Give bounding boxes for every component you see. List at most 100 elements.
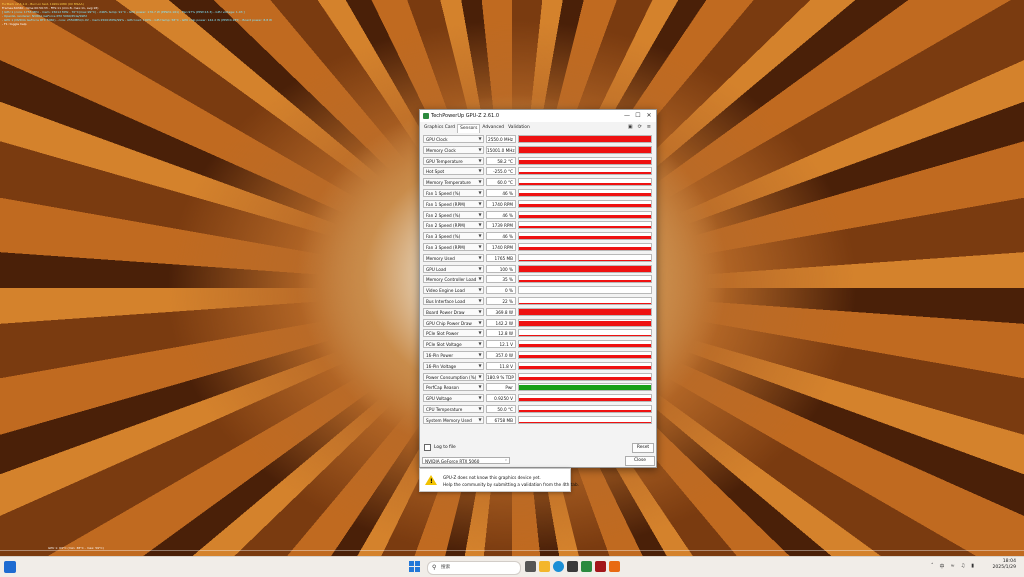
- menu-icon[interactable]: ≡: [647, 124, 651, 130]
- wifi-icon[interactable]: ≈: [951, 563, 955, 570]
- sensor-list: GPU Clock ▼ 2550.0 MHz Memory Clock ▼ 15001.0…: [423, 134, 653, 426]
- sensor-label: Memory Temperature: [423, 178, 484, 187]
- log-to-file-checkbox[interactable]: [424, 444, 431, 451]
- osd-line: - F1: toggle help: [2, 22, 27, 26]
- sensor-dropdown-icon[interactable]: ▼: [476, 275, 484, 283]
- store-icon[interactable]: [567, 561, 578, 572]
- taskbar-search[interactable]: ⚲ 搜索: [427, 561, 521, 575]
- sensor-value: 60.0 °C: [486, 178, 516, 187]
- refresh-icon[interactable]: ⟳: [638, 124, 642, 130]
- sensor-dropdown-icon[interactable]: ▼: [476, 329, 484, 337]
- close-button[interactable]: Close: [625, 456, 655, 466]
- furmark-taskbar-icon[interactable]: [595, 561, 606, 572]
- sensor-graph: [518, 415, 652, 424]
- sensor-row: Fan 2 Speed (%) ▼ 46 %: [423, 210, 653, 221]
- task-view-icon[interactable]: [525, 561, 536, 572]
- sensor-dropdown-icon[interactable]: ▼: [476, 405, 484, 413]
- sensor-row: 16-Pin Power ▼ 357.0 W: [423, 350, 653, 361]
- title-bar[interactable]: TechPowerUp GPU-Z 2.61.0 — ☐ ✕: [420, 110, 656, 122]
- sensor-graph: [518, 340, 652, 349]
- sensor-label: 16-Pin Power: [423, 350, 484, 359]
- close-window-button[interactable]: ✕: [644, 112, 654, 120]
- widgets-icon[interactable]: [4, 561, 16, 573]
- sensor-dropdown-icon[interactable]: ▼: [476, 189, 484, 197]
- tab-validation[interactable]: Validation: [506, 124, 532, 132]
- sensor-graph: [518, 253, 652, 262]
- sensor-dropdown-icon[interactable]: ▼: [476, 308, 484, 316]
- sensor-value: 142.2 W: [486, 318, 516, 327]
- sensor-graph: [518, 296, 652, 305]
- sensor-row: Board Power Draw ▼ 369.8 W: [423, 307, 653, 318]
- sensor-row: Memory Temperature ▼ 60.0 °C: [423, 177, 653, 188]
- tab-sensors[interactable]: Sensors: [457, 124, 481, 133]
- ime-indicator[interactable]: 中: [940, 563, 945, 570]
- minimize-button[interactable]: —: [622, 112, 632, 120]
- edge-browser-icon[interactable]: [553, 561, 564, 572]
- sensor-value: 46 %: [486, 210, 516, 219]
- sensor-value: 58.2 °C: [486, 156, 516, 165]
- sensor-label: GPU Clock: [423, 135, 484, 143]
- search-icon: ⚲: [432, 564, 437, 571]
- sensor-label: CPU Temperature: [423, 404, 484, 413]
- sensor-dropdown-icon[interactable]: ▼: [476, 200, 484, 208]
- sensor-graph-fill: [519, 410, 651, 412]
- sensor-dropdown-icon[interactable]: ▼: [476, 254, 484, 262]
- chevron-up-icon[interactable]: ˄: [931, 563, 934, 570]
- sensor-dropdown-icon[interactable]: ▼: [476, 178, 484, 186]
- tab-graphics-card[interactable]: Graphics Card: [422, 124, 457, 132]
- sensor-graph: [518, 286, 652, 295]
- sensor-dropdown-icon[interactable]: ▼: [476, 362, 484, 370]
- sensor-dropdown-icon[interactable]: ▼: [476, 221, 484, 229]
- sensor-dropdown-icon[interactable]: ▼: [476, 211, 484, 219]
- gpuz-taskbar-icon[interactable]: [581, 561, 592, 572]
- app-taskbar-icon[interactable]: [609, 561, 620, 572]
- sensor-graph: [518, 156, 652, 165]
- sensor-row: GPU Clock ▼ 2550.0 MHz: [423, 134, 653, 145]
- sensor-graph: [518, 275, 652, 284]
- sensor-graph-fill: [519, 335, 651, 337]
- sensor-row: PCIe Slot Voltage ▼ 12.1 V: [423, 339, 653, 350]
- sensor-graph-fill: [519, 160, 651, 164]
- maximize-button[interactable]: ☐: [633, 112, 643, 120]
- toolbar: ▣ ⟳ ≡: [628, 124, 651, 130]
- reset-button[interactable]: Reset: [632, 443, 654, 453]
- sensor-graph-fill: [519, 309, 651, 315]
- sensor-dropdown-icon[interactable]: ▼: [476, 135, 484, 143]
- tab-advanced[interactable]: Advanced: [480, 124, 506, 132]
- sensor-dropdown-icon[interactable]: ▼: [476, 351, 484, 359]
- sensor-dropdown-icon[interactable]: ▼: [476, 157, 484, 165]
- taskbar-clock[interactable]: 18:04 2025/1/29: [992, 559, 1016, 571]
- volume-icon[interactable]: ♫: [961, 563, 965, 570]
- sensor-dropdown-icon[interactable]: ▼: [476, 243, 484, 251]
- sensor-graph-fill: [519, 236, 651, 240]
- sensor-dropdown-icon[interactable]: ▼: [476, 265, 484, 273]
- sensor-dropdown-icon[interactable]: ▼: [476, 286, 484, 294]
- sensor-graph-fill: [519, 302, 651, 304]
- sensor-label: GPU Voltage: [423, 394, 484, 403]
- sensor-dropdown-icon[interactable]: ▼: [476, 232, 484, 240]
- sensor-row: System Memory Used ▼ 6758 MB: [423, 415, 653, 426]
- gpu-select-dropdown[interactable]: NVIDIA GeForce RTX 5060 ˅: [422, 457, 510, 464]
- sensor-dropdown-icon[interactable]: ▼: [476, 319, 484, 327]
- sensor-label: GPU Chip Power Draw: [423, 318, 484, 327]
- sensor-row: GPU Chip Power Draw ▼ 142.2 W: [423, 318, 653, 329]
- sensor-label: GPU Load: [423, 264, 484, 273]
- sensor-dropdown-icon[interactable]: ▼: [476, 167, 484, 175]
- sensor-row: Power Consumption (%) ▼ 180.9 % TDP: [423, 372, 653, 383]
- sensor-dropdown-icon[interactable]: ▼: [476, 297, 484, 305]
- sensor-row: Video Engine Load ▼ 0 %: [423, 285, 653, 296]
- sensor-dropdown-icon[interactable]: ▼: [476, 416, 484, 424]
- log-to-file-option[interactable]: Log to file: [424, 444, 456, 451]
- start-button[interactable]: [409, 561, 420, 572]
- sensor-dropdown-icon[interactable]: ▼: [476, 340, 484, 348]
- file-explorer-icon[interactable]: [539, 561, 550, 572]
- sensor-value: 15001.0 MHz: [486, 145, 516, 154]
- sensor-dropdown-icon[interactable]: ▼: [476, 373, 484, 381]
- sensor-dropdown-icon[interactable]: ▼: [476, 383, 484, 391]
- sensor-graph: [518, 145, 652, 154]
- sensor-dropdown-icon[interactable]: ▼: [476, 146, 484, 154]
- sensor-graph: [518, 350, 652, 359]
- battery-icon[interactable]: ▮: [971, 563, 974, 570]
- camera-icon[interactable]: ▣: [628, 124, 633, 130]
- sensor-dropdown-icon[interactable]: ▼: [476, 394, 484, 402]
